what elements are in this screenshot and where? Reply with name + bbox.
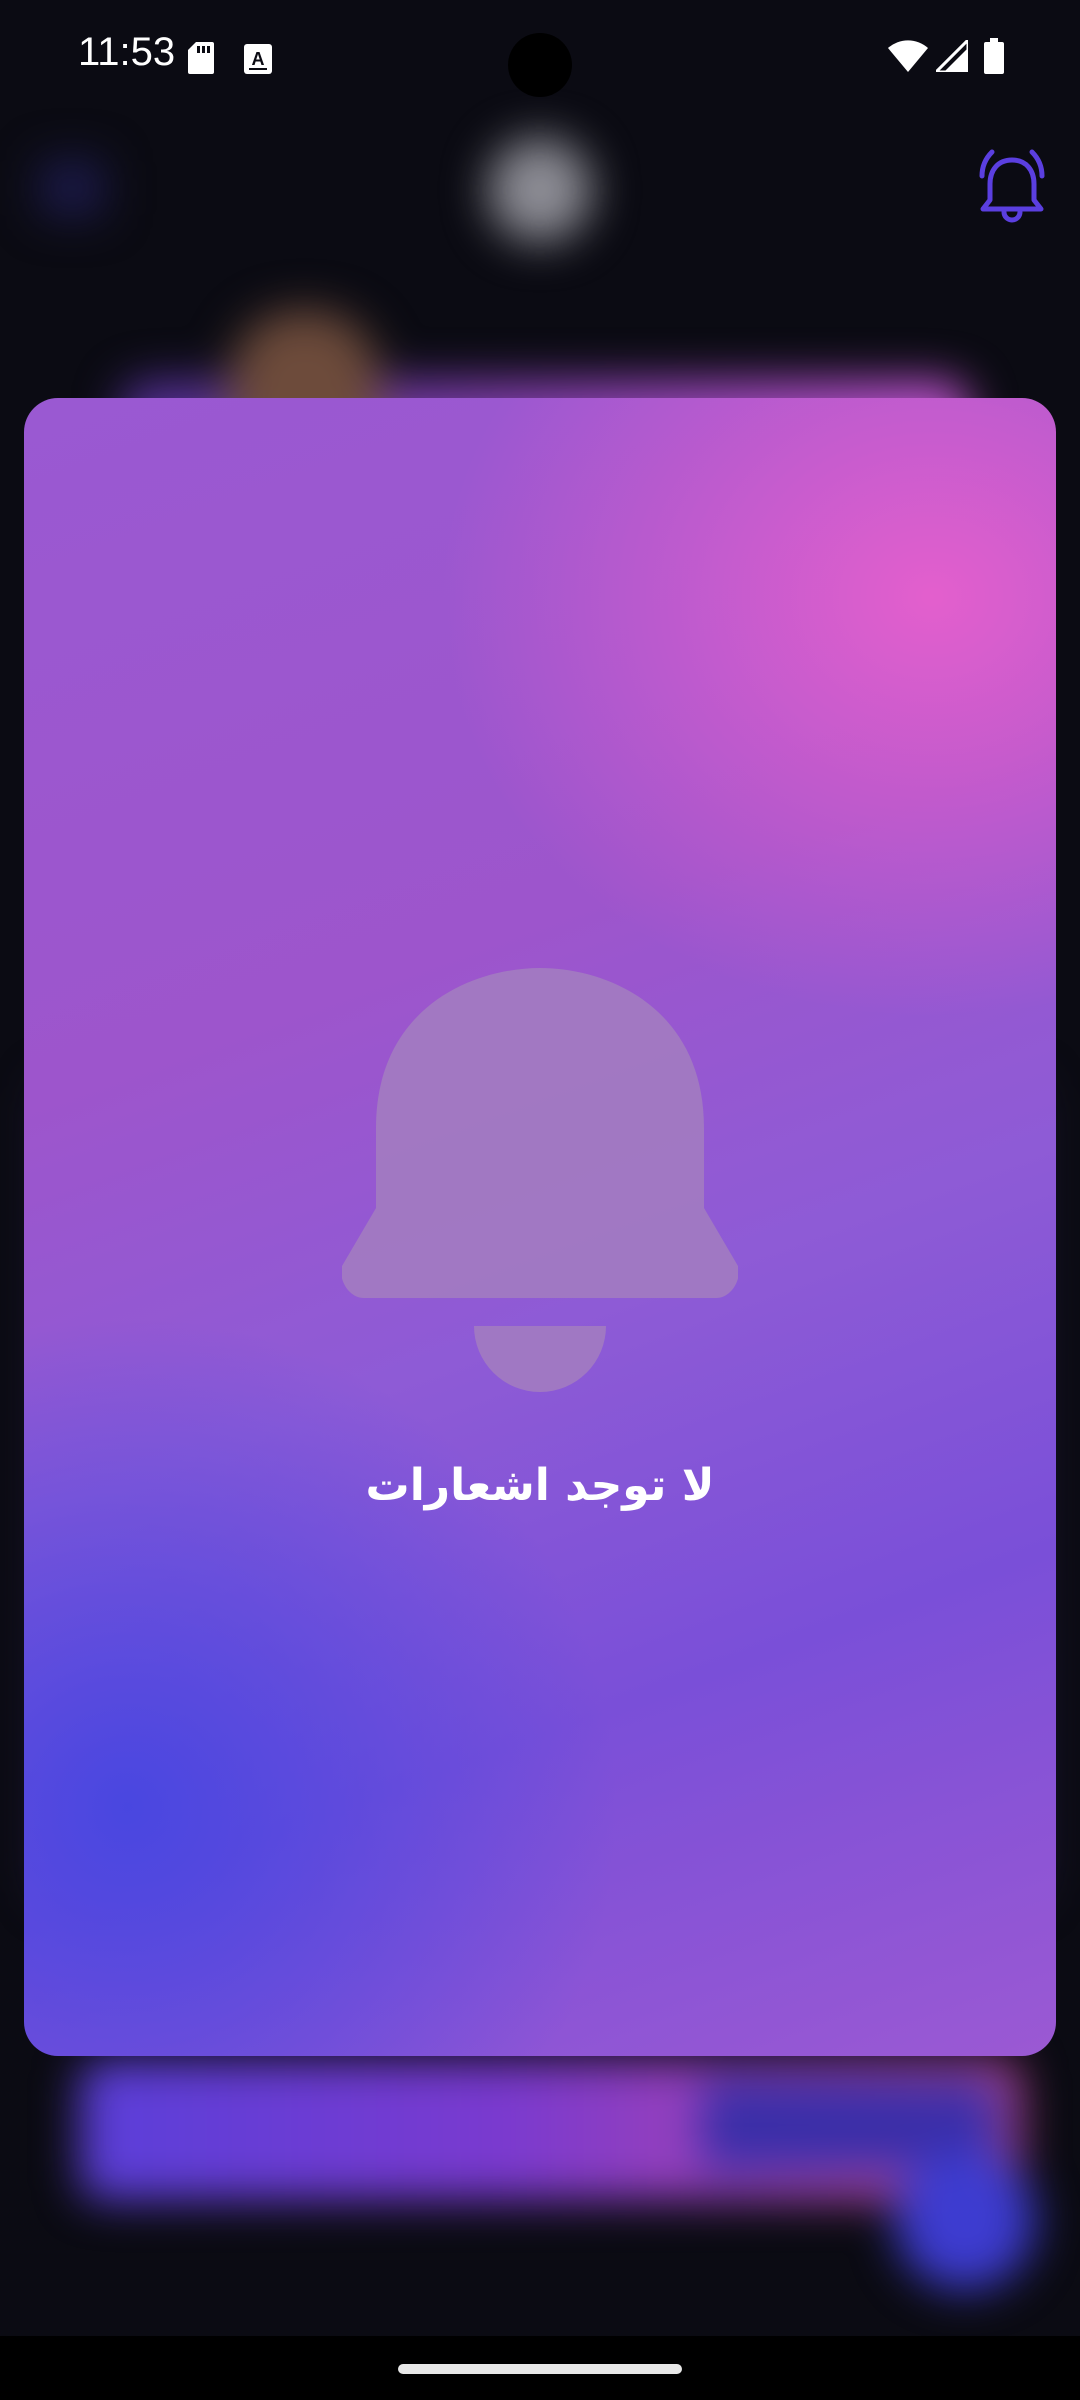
- screen: 11:53 A لا توجد اشعارات: [0, 0, 1080, 2400]
- empty-notifications-message: لا توجد اشعارات: [365, 1460, 715, 1511]
- status-time: 11:53: [78, 30, 176, 74]
- navigation-bar: [0, 2336, 1080, 2400]
- bell-ringing-icon[interactable]: [970, 148, 1054, 232]
- app-logo: [488, 138, 592, 242]
- battery-icon: [984, 38, 1004, 74]
- status-bar: 11:53 A: [0, 0, 1080, 120]
- bell-icon: [342, 968, 738, 1392]
- svg-text:A: A: [252, 49, 265, 69]
- menu-icon: [40, 160, 104, 216]
- wifi-icon: [888, 40, 928, 72]
- notifications-panel: لا توجد اشعارات: [24, 398, 1056, 2056]
- camera-cutout: [508, 33, 572, 97]
- sd-card-icon: [188, 42, 214, 74]
- home-gesture-handle[interactable]: [398, 2364, 682, 2374]
- floating-action-button: [895, 2150, 1035, 2290]
- keyboard-a-icon: A: [244, 44, 272, 74]
- signal-icon: [936, 40, 968, 72]
